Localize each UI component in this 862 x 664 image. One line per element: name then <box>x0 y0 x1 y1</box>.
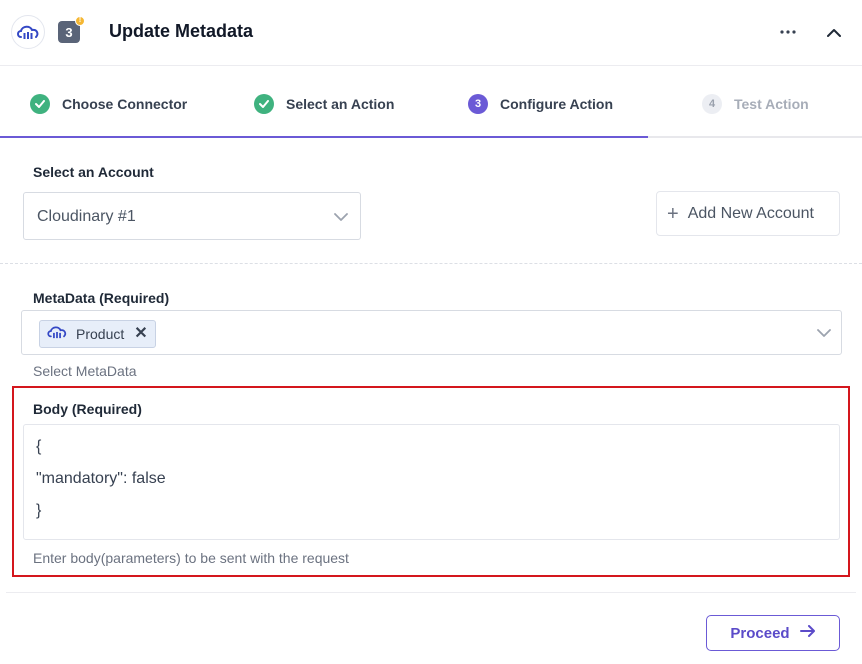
account-label: Select an Account <box>33 164 154 180</box>
step-number-marker: 4 <box>702 94 722 114</box>
body-line: } <box>36 502 42 519</box>
body-helper-text: Enter body(parameters) to be sent with t… <box>33 550 349 566</box>
step-number-marker: 3 <box>468 94 488 114</box>
proceed-label: Proceed <box>730 624 790 642</box>
add-account-label: Add New Account <box>687 204 814 222</box>
arrow-right-icon <box>799 624 816 642</box>
step-configure-action[interactable]: 3 Configure Action <box>468 94 613 114</box>
step-progress: Choose Connector Select an Action 3 Conf… <box>0 66 862 138</box>
body-line: "mandatory": false <box>36 470 166 487</box>
plus-icon: + <box>667 202 679 225</box>
notification-dot: ! <box>75 16 85 26</box>
step-label: Configure Action <box>500 96 614 112</box>
progress-indicator <box>0 136 648 138</box>
proceed-button[interactable]: Proceed <box>706 615 840 651</box>
header: 3 ! Update Metadata <box>0 0 862 66</box>
step-test-action[interactable]: 4 Test Action <box>702 94 809 114</box>
account-selected-value: Cloudinary #1 <box>37 208 136 225</box>
body-label: Body (Required) <box>33 401 142 417</box>
metadata-multiselect[interactable]: Product ✕ <box>21 310 842 355</box>
remove-chip-icon[interactable]: ✕ <box>134 326 147 342</box>
step-label: Choose Connector <box>62 96 188 112</box>
chevron-up-icon[interactable] <box>824 20 844 44</box>
add-new-account-button[interactable]: + Add New Account <box>656 191 840 236</box>
page-title: Update Metadata <box>109 21 254 41</box>
step-select-action[interactable]: Select an Action <box>254 94 394 114</box>
metadata-helper-text: Select MetaData <box>33 363 137 379</box>
chevron-down-icon <box>334 209 348 227</box>
check-icon <box>30 94 50 114</box>
step-number-badge: 3 ! <box>58 16 85 43</box>
body-line: { <box>36 438 42 455</box>
step-choose-connector[interactable]: Choose Connector <box>30 94 187 114</box>
more-dots-icon[interactable] <box>778 20 798 44</box>
section-divider <box>0 263 862 264</box>
check-icon <box>254 94 274 114</box>
metadata-label: MetaData (Required) <box>33 290 170 306</box>
step-label: Select an Action <box>286 96 395 112</box>
step-label: Test Action <box>734 96 809 112</box>
metadata-chip: Product ✕ <box>39 320 156 348</box>
body-textarea[interactable]: { "mandatory": false } <box>23 424 840 540</box>
chevron-down-icon[interactable] <box>817 325 831 343</box>
cloudinary-logo-icon <box>11 15 45 49</box>
footer-divider <box>6 592 856 593</box>
account-select[interactable]: Cloudinary #1 <box>23 192 361 240</box>
cloudinary-logo-icon <box>46 325 68 344</box>
chip-label: Product <box>76 326 125 342</box>
